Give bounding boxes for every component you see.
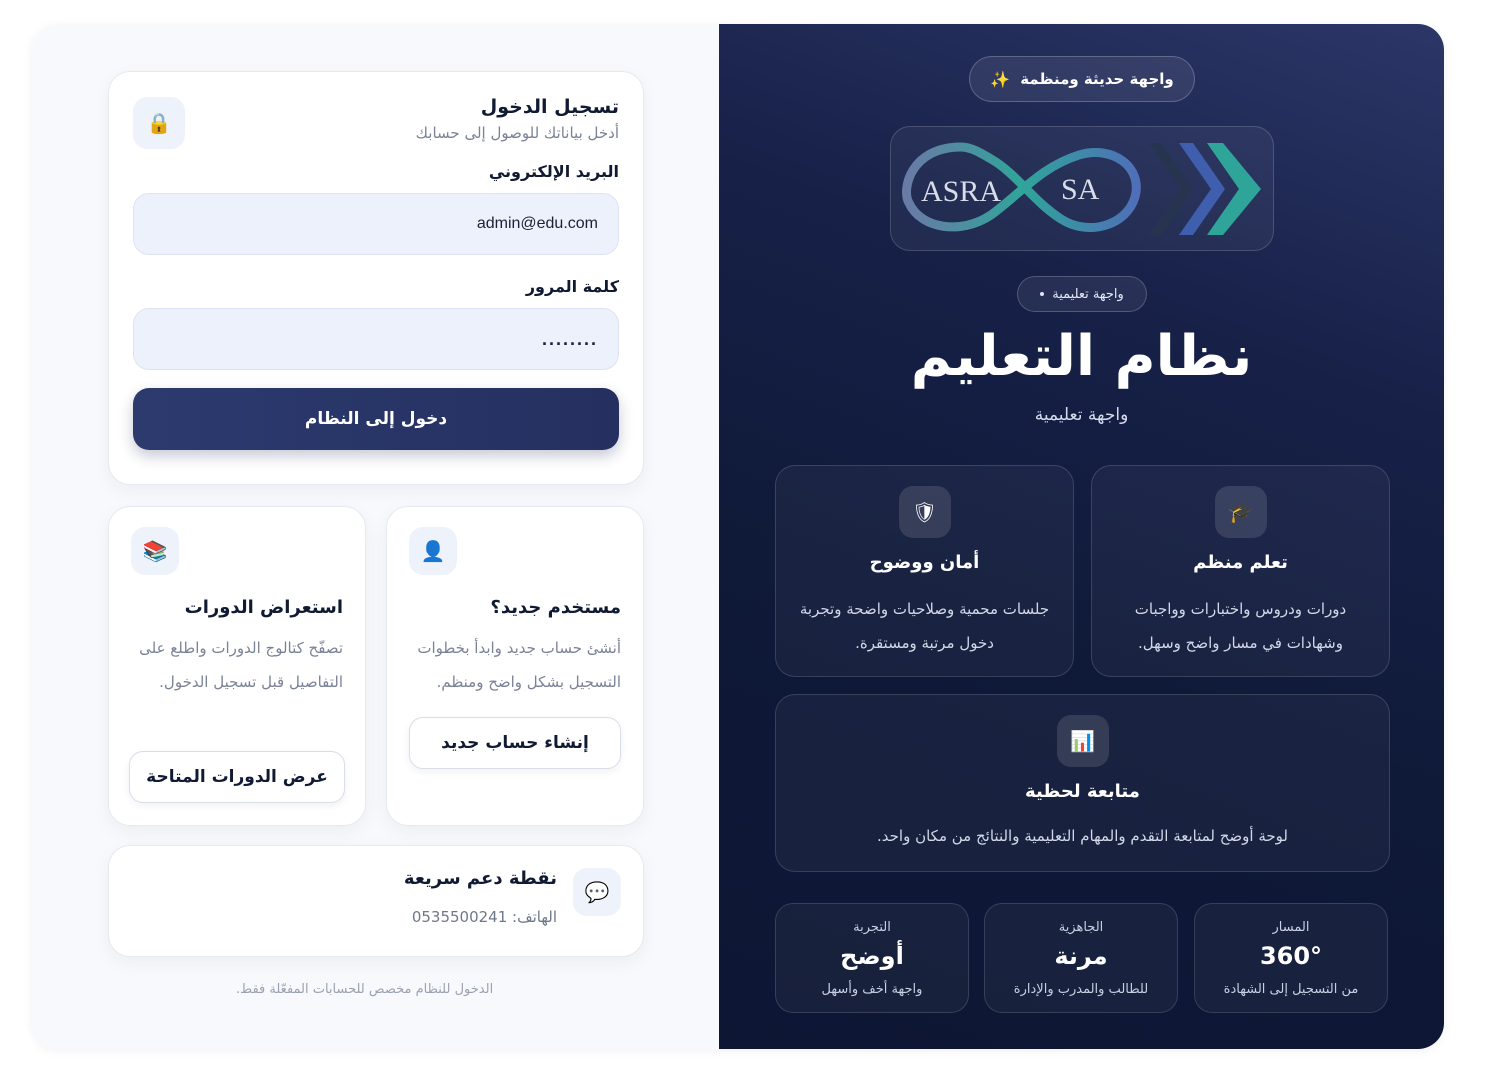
- stat-ready-desc: للطالب والمدرب والإدارة: [1013, 982, 1149, 997]
- user-icon: 👤: [409, 527, 457, 575]
- books-icon: 📚: [131, 527, 179, 575]
- hero-top-pill: واجهة حديثة ومنظمة ✨: [969, 56, 1195, 102]
- hero-subtitle: واجهة تعليمية: [1034, 405, 1129, 425]
- email-field[interactable]: admin@edu.com: [133, 193, 619, 255]
- logo: ASRA SA: [890, 126, 1274, 251]
- support-title: نقطة دعم سريعة: [403, 868, 557, 889]
- login-button[interactable]: دخول إلى النظام: [133, 388, 619, 450]
- dot-icon: [1040, 292, 1045, 296]
- new-user-text: أنشئ حساب جديد وابدأ بخطوات التسجيل بشكل…: [417, 639, 621, 691]
- support-card: 💬 نقطة دعم سريعة الهاتف: 0535500241: [108, 845, 644, 957]
- feature-safe-title: أمان ووضوح: [869, 552, 980, 573]
- hero-small-pill-text: واجهة تعليمية: [1052, 286, 1124, 302]
- new-user-card: 👤 مستخدم جديد؟ أنشئ حساب جديد وابدأ بخطو…: [386, 506, 644, 826]
- login-title: تسجيل الدخول: [480, 96, 619, 118]
- password-value: ........: [541, 328, 598, 349]
- stat-readiness: الجاهزية مرنة للطالب والمدرب والإدارة: [984, 903, 1178, 1013]
- hero-panel: واجهة حديثة ومنظمة ✨ ASRA SA واجهة تعليم…: [719, 24, 1444, 1049]
- password-label: كلمة المرور: [525, 277, 619, 296]
- shield-icon: 🛡: [898, 486, 951, 538]
- hero-title: نظام التعليم: [910, 324, 1253, 389]
- sparkle-icon: ✨: [990, 69, 1011, 89]
- left-panel: 🔒 تسجيل الدخول أدخل بياناتك للوصول إلى ح…: [32, 24, 719, 1049]
- feature-safe-text: جلسات محمية وصلاحيات واضحة وتجربة دخول م…: [799, 600, 1050, 652]
- support-phone: الهاتف: 0535500241: [411, 908, 557, 926]
- logo-text-left: ASRA: [921, 175, 1001, 208]
- feature-track-title: متابعة لحظية: [1025, 781, 1140, 802]
- stat-path-label: المسار: [1272, 920, 1310, 935]
- hero-small-pill: واجهة تعليمية: [1017, 276, 1147, 312]
- chart-icon: 📊: [1056, 715, 1109, 767]
- footer-note-text: الدخول للنظام مخصص للحسابات المفعّلة فقط…: [236, 982, 494, 997]
- logo-text-right: SA: [1061, 173, 1100, 206]
- create-account-button[interactable]: إنشاء حساب جديد: [409, 717, 621, 769]
- stat-exp-value: أوضح: [840, 942, 904, 970]
- stat-experience: التجربة أوضح واجهة أخف وأسهل: [775, 903, 969, 1013]
- email-label: البريد الإلكتروني: [488, 162, 619, 181]
- stat-path-desc: من التسجيل إلى الشهادة: [1223, 982, 1359, 997]
- feature-learn-title: تعلم منظم: [1193, 552, 1288, 573]
- browse-title: استعراض الدورات: [184, 597, 343, 618]
- login-card: 🔒 تسجيل الدخول أدخل بياناتك للوصول إلى ح…: [108, 71, 644, 485]
- view-courses-button[interactable]: عرض الدورات المتاحة: [129, 751, 345, 803]
- password-field[interactable]: ........: [133, 308, 619, 370]
- email-value: admin@edu.com: [476, 215, 598, 232]
- stat-exp-label: التجربة: [853, 920, 891, 935]
- stat-path-value: 360°: [1259, 942, 1323, 970]
- login-subtitle: أدخل بياناتك للوصول إلى حسابك: [415, 124, 619, 142]
- feature-security: 🛡 أمان ووضوح جلسات محمية وصلاحيات واضحة …: [775, 465, 1074, 677]
- feature-organized-learning: 🎓 تعلم منظم دورات ودروس واختبارات وواجبا…: [1091, 465, 1390, 677]
- feature-realtime-tracking: 📊 متابعة لحظية لوحة أوضح لمتابعة التقدم …: [775, 694, 1390, 872]
- browse-courses-card: 📚 استعراض الدورات تصفّح كتالوج الدورات و…: [108, 506, 366, 826]
- stat-path: المسار 360° من التسجيل إلى الشهادة: [1194, 903, 1388, 1013]
- stat-ready-value: مرنة: [1054, 942, 1108, 970]
- stat-ready-label: الجاهزية: [1058, 920, 1104, 935]
- app-frame: 🔒 تسجيل الدخول أدخل بياناتك للوصول إلى ح…: [32, 24, 1444, 1049]
- graduation-cap-icon: 🎓: [1214, 486, 1267, 538]
- browse-text: تصفّح كتالوج الدورات واطلع على التفاصيل …: [139, 639, 343, 691]
- stat-exp-desc: واجهة أخف وأسهل: [821, 982, 923, 997]
- chat-icon: 💬: [573, 868, 621, 916]
- hero-top-pill-text: واجهة حديثة ومنظمة: [1020, 70, 1174, 88]
- new-user-title: مستخدم جديد؟: [490, 597, 621, 618]
- logo-graphic: ASRA SA: [902, 142, 1261, 235]
- lock-icon: 🔒: [133, 97, 185, 149]
- feature-track-text: لوحة أوضح لمتابعة التقدم والمهام التعليم…: [877, 827, 1288, 845]
- chevron-1: [1149, 143, 1193, 235]
- feature-learn-text: دورات ودروس واختبارات وواجبات وشهادات في…: [1134, 600, 1347, 652]
